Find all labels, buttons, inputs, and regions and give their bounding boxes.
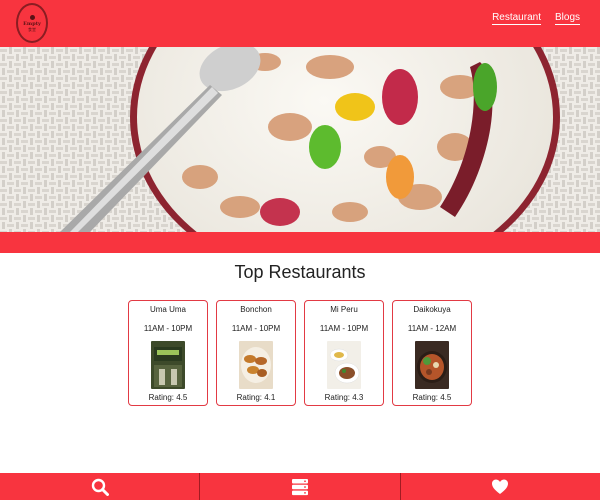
top-header: Empty 食堂 Restaurant Blogs (0, 0, 600, 47)
nav-link-blogs[interactable]: Blogs (554, 12, 580, 25)
bottom-navigation (0, 473, 600, 500)
logo-subtext: 食堂 (28, 26, 36, 32)
restaurant-card[interactable]: Uma Uma 11AM - 10PM Rating: 4.5 (128, 300, 208, 406)
logo[interactable]: Empty 食堂 (16, 3, 48, 43)
server-icon (291, 478, 308, 495)
nav-link-restaurant[interactable]: Restaurant (492, 12, 541, 25)
main-nav: Restaurant Blogs (492, 12, 580, 25)
restaurant-cards: Uma Uma 11AM - 10PM Rating: 4.5 Bonchon … (128, 300, 472, 406)
restaurant-card[interactable]: Bonchon 11AM - 10PM Rating: 4.1 (216, 300, 296, 406)
restaurant-name: Uma Uma (149, 305, 186, 314)
restaurant-photo (415, 341, 449, 389)
menu-button[interactable] (200, 473, 401, 500)
restaurant-hours: 11AM - 10PM (231, 324, 281, 333)
restaurant-hours: 11AM - 10PM (319, 324, 369, 333)
restaurant-photo (327, 341, 361, 389)
restaurant-rating: Rating: 4.5 (148, 393, 188, 402)
restaurant-rating: Rating: 4.1 (236, 393, 276, 402)
search-icon (91, 478, 109, 496)
favorites-button[interactable] (401, 473, 600, 500)
restaurant-hours: 11AM - 10PM (143, 324, 193, 333)
restaurant-name: Bonchon (240, 305, 272, 314)
restaurant-rating: Rating: 4.5 (412, 393, 452, 402)
restaurant-name: Daikokuya (413, 305, 451, 314)
restaurant-photo (151, 341, 185, 389)
restaurant-card[interactable]: Daikokuya 11AM - 12AM Rating: 4.5 (392, 300, 472, 406)
hero-banner-image (0, 47, 600, 232)
restaurant-rating: Rating: 4.3 (324, 393, 364, 402)
section-title: Top Restaurants (234, 262, 366, 282)
restaurant-name: Mi Peru (330, 305, 358, 314)
heart-icon (492, 479, 509, 494)
search-button[interactable] (0, 473, 201, 500)
hero-bottom-band (0, 232, 600, 253)
restaurant-card[interactable]: Mi Peru 11AM - 10PM Rating: 4.3 (304, 300, 384, 406)
restaurant-photo (239, 341, 273, 389)
logo-mark-icon (29, 14, 35, 20)
restaurant-hours: 11AM - 12AM (407, 324, 457, 333)
